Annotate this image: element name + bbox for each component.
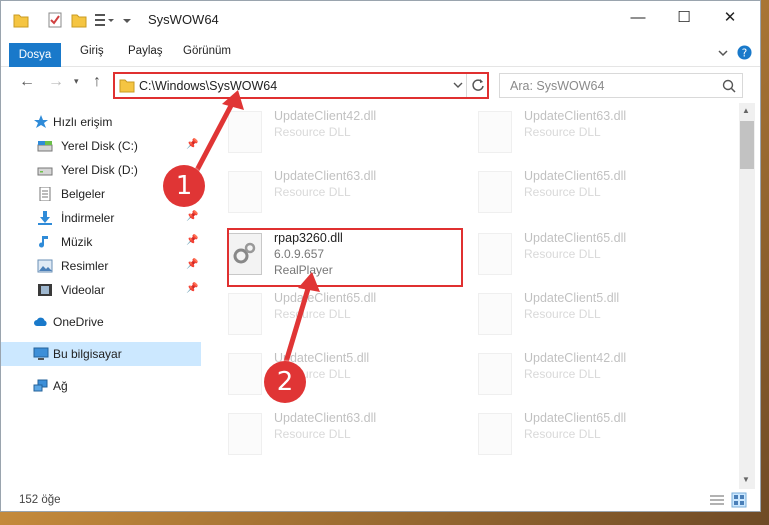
arrow-2-head: [298, 272, 320, 292]
callout-badge-2: 2: [264, 361, 306, 403]
arrow-1-head: [222, 90, 244, 110]
arrow-2-line: [283, 281, 313, 363]
arrow-1-line: [193, 98, 237, 174]
callout-badge-1: 1: [163, 165, 205, 207]
annotation-arrows: [193, 90, 320, 363]
